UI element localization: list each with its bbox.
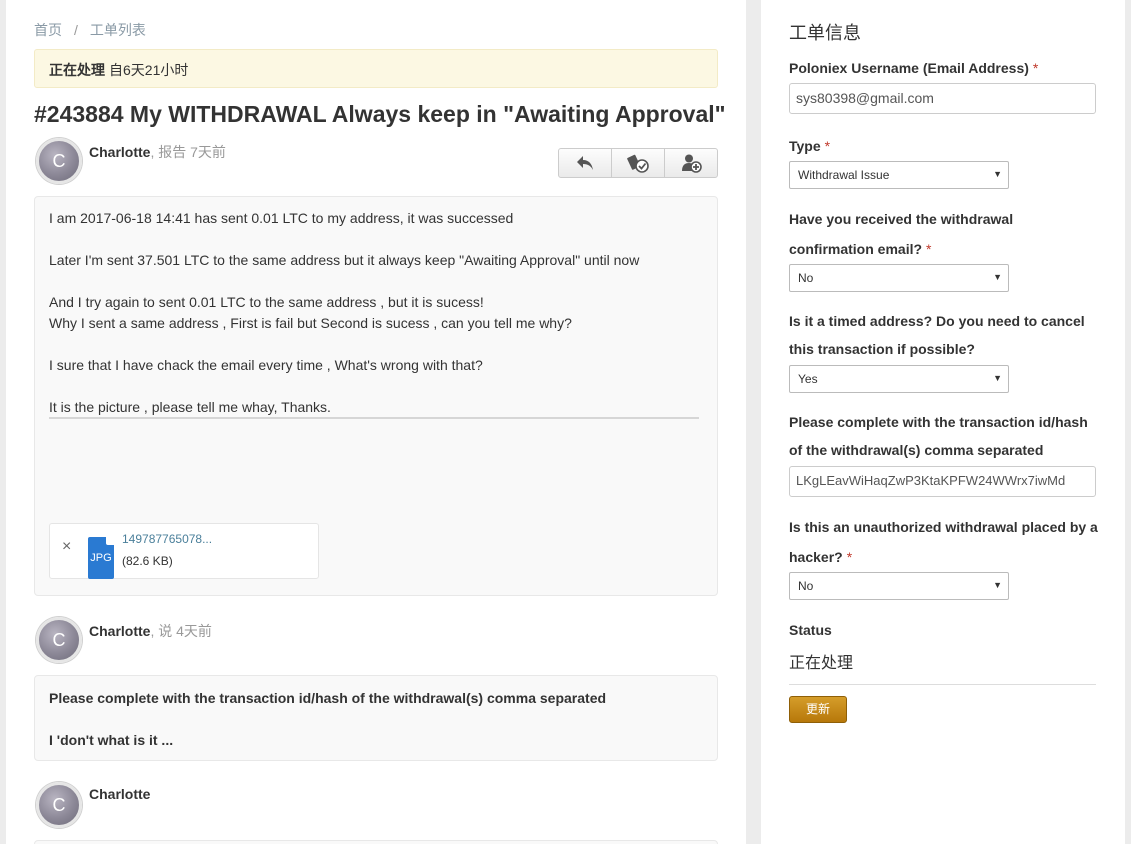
ticket-action-toolbar bbox=[558, 148, 718, 178]
post-message-body bbox=[34, 840, 718, 844]
txid-input[interactable]: LKgLEavWiHaqZwP3KtaKPFW24WWrx7iwMd bbox=[789, 466, 1096, 497]
required-mark: * bbox=[824, 138, 831, 154]
ticket-main-panel: 首页 / 工单列表 正在处理 自6天21小时 #243884 My WITHDRAWA… bbox=[6, 0, 746, 844]
username-label: Poloniex Username (Email Address) * bbox=[789, 60, 1039, 76]
chevron-down-icon: ▼ bbox=[993, 373, 1002, 383]
timed-address-label: Is it a timed address? Do you need to ca… bbox=[789, 313, 1085, 357]
post-author-line: Charlotte bbox=[89, 786, 150, 802]
breadcrumb: 首页 / 工单列表 bbox=[34, 20, 146, 40]
ticket-title: #243884 My WITHDRAWAL Always keep in "Aw… bbox=[34, 101, 726, 127]
message-line: I sure that I have chack the email every… bbox=[49, 357, 483, 373]
message-line: I am 2017-06-18 14:41 has sent 0.01 LTC … bbox=[49, 210, 514, 226]
post-message-body: Please complete with the transaction id/… bbox=[34, 675, 718, 761]
status-duration: 自6天21小时 bbox=[109, 62, 189, 78]
assign-user-button[interactable] bbox=[665, 149, 717, 177]
status-value: 正在处理 bbox=[789, 655, 854, 672]
required-mark: * bbox=[1032, 60, 1039, 76]
post-message-body: I am 2017-06-18 14:41 has sent 0.01 LTC … bbox=[34, 196, 718, 596]
sidebar-heading: 工单信息 bbox=[789, 23, 861, 43]
ticket-info-sidebar: 工单信息 Poloniex Username (Email Address) * … bbox=[761, 0, 1125, 844]
chevron-down-icon: ▼ bbox=[993, 169, 1002, 179]
username-input[interactable]: sys80398@gmail.com bbox=[789, 83, 1096, 114]
breadcrumb-ticket-list-link[interactable]: 工单列表 bbox=[90, 22, 146, 38]
avatar[interactable]: C bbox=[36, 138, 82, 184]
attachment-size: (82.6 KB) bbox=[122, 554, 173, 568]
message-line: Please complete with the transaction id/… bbox=[49, 690, 607, 706]
remove-attachment-icon[interactable]: × bbox=[62, 538, 71, 556]
chevron-down-icon: ▼ bbox=[993, 580, 1002, 590]
message-divider bbox=[49, 417, 699, 419]
txid-label: Please complete with the transaction id/… bbox=[789, 414, 1088, 458]
breadcrumb-separator: / bbox=[74, 22, 78, 38]
post-author-name[interactable]: Charlotte bbox=[89, 786, 150, 802]
ticket-status-bar: 正在处理 自6天21小时 bbox=[34, 49, 718, 88]
jpg-file-icon[interactable]: JPG bbox=[88, 537, 114, 579]
breadcrumb-home-link[interactable]: 首页 bbox=[34, 22, 62, 38]
post-author-name[interactable]: Charlotte bbox=[89, 144, 150, 160]
chevron-down-icon: ▼ bbox=[993, 272, 1002, 282]
avatar[interactable]: C bbox=[36, 782, 82, 828]
post-author-line: Charlotte, 报告 7天前 bbox=[89, 142, 226, 162]
confirmation-select[interactable]: No ▼ bbox=[789, 264, 1009, 292]
status-state: 正在处理 bbox=[49, 62, 105, 78]
type-label: Type * bbox=[789, 138, 831, 154]
message-line: I 'don't what is it ... bbox=[49, 732, 174, 748]
timed-address-select[interactable]: Yes ▼ bbox=[789, 365, 1009, 393]
update-button[interactable]: 更新 bbox=[789, 696, 847, 723]
change-status-button[interactable] bbox=[612, 149, 665, 177]
post-author-line: Charlotte, 说 4天前 bbox=[89, 621, 212, 641]
hacker-label: Is this an unauthorized withdrawal place… bbox=[789, 519, 1098, 565]
message-line: And I try again to sent 0.01 LTC to the … bbox=[49, 294, 484, 310]
divider bbox=[789, 684, 1096, 685]
status-label: Status bbox=[789, 622, 832, 638]
post-author-name[interactable]: Charlotte bbox=[89, 623, 150, 639]
message-line: Why I sent a same address , First is fai… bbox=[49, 315, 572, 331]
attachment-card: × JPG 149787765078... (82.6 KB) bbox=[49, 523, 319, 579]
reply-icon bbox=[577, 156, 593, 170]
message-line: It is the picture , please tell me whay,… bbox=[49, 399, 331, 415]
post-meta: , 说 4天前 bbox=[150, 623, 212, 639]
ticket-check-icon bbox=[627, 154, 649, 173]
avatar[interactable]: C bbox=[36, 617, 82, 663]
reply-button[interactable] bbox=[559, 149, 612, 177]
hacker-select[interactable]: No ▼ bbox=[789, 572, 1009, 600]
message-line: Later I'm sent 37.501 LTC to the same ad… bbox=[49, 252, 640, 268]
required-mark: * bbox=[846, 549, 853, 565]
type-select[interactable]: Withdrawal Issue ▼ bbox=[789, 161, 1009, 189]
confirmation-label: Have you received the withdrawal confirm… bbox=[789, 211, 1014, 257]
required-mark: * bbox=[926, 241, 932, 257]
post-meta: , 报告 7天前 bbox=[150, 144, 226, 160]
add-user-icon bbox=[682, 154, 702, 173]
attachment-filename-link[interactable]: 149787765078... bbox=[122, 532, 212, 546]
